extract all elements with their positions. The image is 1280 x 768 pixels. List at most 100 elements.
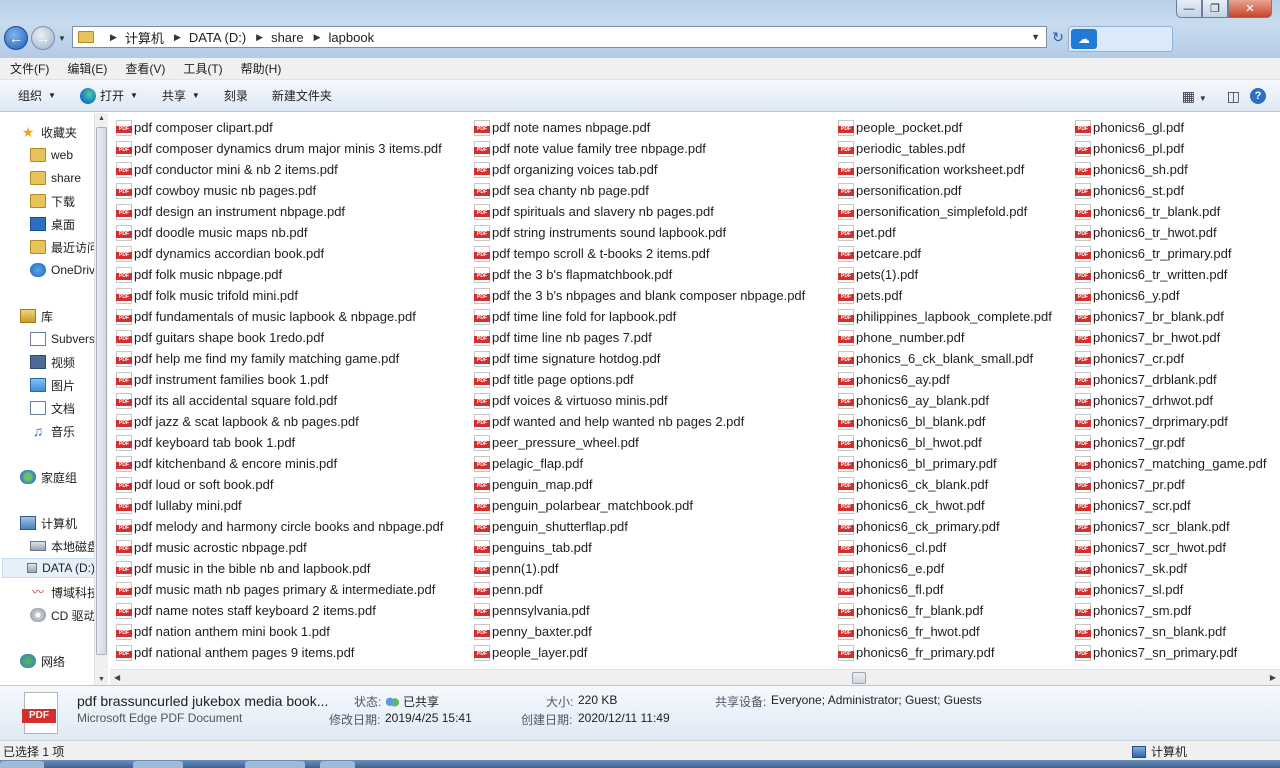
file-item[interactable]: pdf design an instrument nbpage.pdf [116,201,443,222]
file-item[interactable]: pdf music acrostic nbpage.pdf [116,537,443,558]
help-icon[interactable]: ? [1250,88,1266,104]
file-item[interactable]: pdf lullaby mini.pdf [116,495,443,516]
file-item[interactable]: phonics7_sn_primary.pdf [1075,642,1266,663]
chevron-right-icon[interactable]: ▶ [110,32,117,43]
sidebar-item-music[interactable]: ♫ 音乐 [30,421,75,441]
sidebar-item-share[interactable]: share [30,168,81,188]
file-item[interactable]: pdf sea chanty nb page.pdf [474,180,805,201]
file-item[interactable]: phonics6_tr_written.pdf [1075,264,1266,285]
file-item[interactable]: pdf name notes staff keyboard 2 items.pd… [116,600,443,621]
menu-help[interactable]: 帮助(H) [231,60,290,77]
file-item[interactable]: phonics6_bl_primary.pdf [838,453,1052,474]
file-item[interactable]: phone_number.pdf [838,327,1052,348]
menu-file[interactable]: 文件(F) [0,60,57,77]
taskbar-item[interactable] [245,761,305,768]
file-item[interactable]: pdf note names nbpage.pdf [474,117,805,138]
file-item[interactable]: pets(1).pdf [838,264,1052,285]
recent-pages-dropdown[interactable]: ▼ [58,34,66,43]
sidebar-item-desktop[interactable]: 桌面 [30,214,75,234]
sidebar-item-downloads[interactable]: 下载 [30,191,75,211]
search-input[interactable]: ☁ [1068,26,1173,52]
file-item[interactable]: pdf the 3 b's nbpages and blank composer… [474,285,805,306]
file-item[interactable]: phonics6_pl.pdf [1075,138,1266,159]
file-item[interactable]: pdf music math nb pages primary & interm… [116,579,443,600]
sidebar-computer[interactable]: 计算机 [20,513,77,533]
file-item[interactable]: pdf cowboy music nb pages.pdf [116,180,443,201]
taskbar-item[interactable] [133,761,183,768]
file-item[interactable]: people_pocket.pdf [838,117,1052,138]
refresh-icon[interactable]: ↻ [1049,28,1067,46]
menu-edit[interactable]: 编辑(E) [57,60,115,77]
file-item[interactable]: personification.pdf [838,180,1052,201]
file-item[interactable]: phonics7_pr.pdf [1075,474,1266,495]
file-item[interactable]: phonics6_ck_hwot.pdf [838,495,1052,516]
file-item[interactable]: phonics6_fr_hwot.pdf [838,621,1052,642]
file-item[interactable]: penguin_map.pdf [474,474,805,495]
sidebar-item-local-disk[interactable]: 本地磁盘 [30,536,94,556]
file-item[interactable]: pdf doodle music maps nb.pdf [116,222,443,243]
sidebar-item-cd-drive[interactable]: CD 驱动器 [30,605,94,625]
scrollbar-thumb[interactable] [852,672,866,684]
sidebar-network[interactable]: 网络 [20,651,65,671]
share-button[interactable]: 共享 ▼ [150,80,212,111]
sidebar-item-web[interactable]: web [30,145,73,165]
file-item[interactable]: phonics7_cr.pdf [1075,348,1266,369]
back-button[interactable]: ← [4,26,28,50]
file-item[interactable]: pdf time line fold for lapbook.pdf [474,306,805,327]
file-item[interactable]: penny_baxter.pdf [474,621,805,642]
file-item[interactable]: pdf tempo scroll & t-books 2 items.pdf [474,243,805,264]
file-item[interactable]: pdf folk music nbpage.pdf [116,264,443,285]
file-item[interactable]: pdf melody and harmony circle books and … [116,516,443,537]
file-item[interactable]: phonics7_sn_blank.pdf [1075,621,1266,642]
file-item[interactable]: people_layer.pdf [474,642,805,663]
file-item[interactable]: philippines_lapbook_complete.pdf [838,306,1052,327]
file-item[interactable]: phonics6_tr_hwot.pdf [1075,222,1266,243]
file-item[interactable]: phonics7_scr_blank.pdf [1075,516,1266,537]
chevron-right-icon[interactable]: ▶ [256,32,263,43]
file-item[interactable]: phonics6_cl.pdf [838,537,1052,558]
file-item[interactable]: phonics6_e.pdf [838,558,1052,579]
file-item[interactable]: phonics6_fl.pdf [838,579,1052,600]
file-item[interactable]: phonics6_tr_primary.pdf [1075,243,1266,264]
sidebar-item-documents[interactable]: 文档 [30,398,75,418]
file-item[interactable]: pets.pdf [838,285,1052,306]
minimize-button[interactable]: — [1176,0,1202,18]
sidebar-item-network-drive[interactable]: 〰 博域科技 [30,582,94,602]
file-item[interactable]: phonics6_fr_blank.pdf [838,600,1052,621]
menu-view[interactable]: 查看(V) [115,60,173,77]
file-item[interactable]: pdf spirituals and slavery nb pages.pdf [474,201,805,222]
organize-button[interactable]: 组织 ▼ [0,80,68,111]
file-item[interactable]: penguins_tab.pdf [474,537,805,558]
scroll-right-icon[interactable]: ▶ [1270,673,1276,682]
sidebar-item-subversion[interactable]: Subversion [30,329,94,349]
maximize-button[interactable]: ❐ [1202,0,1228,18]
preview-pane-icon[interactable]: ◫ [1227,88,1240,105]
sidebar-item-videos[interactable]: 视频 [30,352,75,372]
sidebar-favorites[interactable]: ★ 收藏夹 [20,122,77,142]
chevron-right-icon[interactable]: ▶ [174,32,181,43]
file-item[interactable]: pdf time line nb pages 7.pdf [474,327,805,348]
sidebar-item-recent[interactable]: 最近访问 [30,237,94,257]
file-item[interactable]: pdf note value family tree nbpage.pdf [474,138,805,159]
file-item[interactable]: pet.pdf [838,222,1052,243]
file-item[interactable]: pdf conductor mini & nb 2 items.pdf [116,159,443,180]
file-item[interactable]: phonics6_ck_blank.pdf [838,474,1052,495]
file-item[interactable]: pdf its all accidental square fold.pdf [116,390,443,411]
file-item[interactable]: phonics7_matching_game.pdf [1075,453,1266,474]
scroll-up-icon[interactable]: ▲ [98,115,105,122]
file-item[interactable]: phonics6_tr_blank.pdf [1075,201,1266,222]
file-item[interactable]: pdf title page options.pdf [474,369,805,390]
taskbar-item[interactable] [320,761,355,768]
start-button[interactable] [0,761,44,768]
file-item[interactable]: pdf help me find my family matching game… [116,348,443,369]
horizontal-scrollbar[interactable]: ◀ ▶ [110,669,1280,685]
breadcrumb-lapbook[interactable]: lapbook [329,30,375,45]
file-item[interactable]: phonics7_drhwot.pdf [1075,390,1266,411]
sidebar-item-pictures[interactable]: 图片 [30,375,75,395]
file-item[interactable]: phonics7_drprimary.pdf [1075,411,1266,432]
file-item[interactable]: phonics6_bl_hwot.pdf [838,432,1052,453]
file-item[interactable]: pdf the 3 b's flapmatchbook.pdf [474,264,805,285]
file-item[interactable]: pdf keyboard tab book 1.pdf [116,432,443,453]
file-item[interactable]: pdf time signature hotdog.pdf [474,348,805,369]
file-item[interactable]: phonics6_ay.pdf [838,369,1052,390]
